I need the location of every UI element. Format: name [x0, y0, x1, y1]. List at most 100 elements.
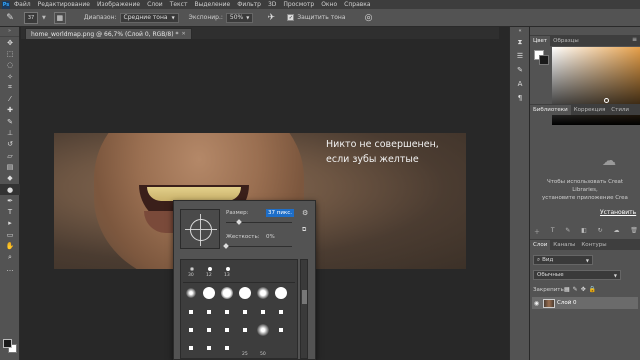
pen-tool-icon[interactable]: ✒ [0, 195, 20, 206]
quick-select-tool-icon[interactable]: ✧ [0, 71, 20, 82]
stamp-tool-icon[interactable]: ⊥ [0, 127, 20, 138]
add-content-icon[interactable]: ＋ [534, 227, 540, 237]
menu-filter[interactable]: Фильтр [237, 1, 261, 8]
brush-preset[interactable] [238, 286, 252, 300]
menu-edit[interactable]: Редактирование [38, 1, 90, 8]
history-panel-icon[interactable]: ⧗ [510, 35, 530, 49]
brush-icon[interactable]: ✎ [565, 227, 570, 237]
brush-preset[interactable] [202, 323, 216, 337]
menu-layers[interactable]: Слои [147, 1, 163, 8]
layer-row[interactable]: ◉ Слой 0 [532, 297, 638, 309]
tab-adjustments[interactable]: Коррекция [571, 105, 609, 115]
hardness-slider[interactable] [223, 243, 292, 249]
close-icon[interactable]: ✕ [181, 31, 185, 37]
sync-icon[interactable]: ↻ [598, 227, 603, 237]
brush-presets-scrollbar[interactable] [300, 259, 308, 359]
brush-preset[interactable] [202, 286, 216, 300]
brush-preset[interactable] [274, 305, 288, 319]
brush-preset[interactable] [220, 286, 234, 300]
brush-preset[interactable] [238, 323, 252, 337]
type-tool-icon[interactable]: T [0, 206, 20, 217]
brush-preset[interactable] [220, 305, 234, 319]
brush-preset[interactable] [256, 305, 270, 319]
crop-tool-icon[interactable]: ⌗ [0, 82, 20, 93]
blend-mode-select[interactable]: Обычные ▼ [533, 270, 621, 280]
layer-filter-select[interactable]: ⌕ Вид ▼ [533, 255, 593, 265]
lasso-tool-icon[interactable]: ◌ [0, 60, 20, 71]
tab-color[interactable]: Цвет [530, 36, 551, 46]
install-link[interactable]: Установить [600, 209, 636, 216]
brush-preset[interactable] [220, 323, 234, 337]
tab-channels[interactable]: Каналы [550, 240, 578, 250]
menu-image[interactable]: Изображение [97, 1, 140, 8]
gradient-tool-icon[interactable]: ▤ [0, 161, 20, 172]
tab-styles[interactable]: Стили [608, 105, 632, 115]
trash-icon[interactable]: 🗑 [630, 227, 638, 237]
color-icon[interactable]: ◧ [581, 227, 587, 237]
panel-grip-icon[interactable]: « [510, 27, 530, 35]
text-icon[interactable]: T [551, 227, 555, 237]
brush-preset[interactable] [274, 286, 288, 300]
range-select[interactable]: Средние тона ▼ [119, 12, 179, 23]
size-slider[interactable] [226, 219, 292, 225]
shape-tool-icon[interactable]: ▭ [0, 229, 20, 240]
menu-window[interactable]: Окно [321, 1, 337, 8]
brush-preset[interactable] [274, 323, 288, 337]
brush-preset[interactable] [202, 341, 216, 355]
brush-preset[interactable] [184, 305, 198, 319]
gear-icon[interactable]: ⚙ [302, 209, 308, 217]
hand-tool-icon[interactable]: ✋ [0, 240, 20, 251]
marquee-tool-icon[interactable]: ⬚ [0, 48, 20, 59]
size-input[interactable]: 37 пикс. [266, 209, 295, 217]
panel-menu-icon[interactable]: ≡ [632, 36, 637, 43]
exposure-field[interactable]: 50% ▼ [225, 12, 254, 23]
brush-tool-icon[interactable]: ✎ [0, 116, 20, 127]
chevron-down-icon[interactable]: ▼ [42, 15, 46, 21]
character-panel-icon[interactable]: A [510, 77, 530, 91]
brush-preset[interactable] [238, 305, 252, 319]
menu-file[interactable]: Файл [14, 1, 31, 8]
brush-panel-toggle-icon[interactable]: ▦ [53, 11, 66, 24]
tab-layers[interactable]: Слои [530, 240, 551, 250]
healing-tool-icon[interactable]: ✚ [0, 105, 20, 116]
tab-swatches[interactable]: Образцы [550, 36, 582, 46]
brush-panel-icon[interactable]: ✎ [510, 63, 530, 77]
properties-panel-icon[interactable]: ☰ [510, 49, 530, 63]
brush-preset[interactable] [184, 341, 198, 355]
brush-preset[interactable] [184, 286, 198, 300]
history-brush-icon[interactable]: ↺ [0, 139, 20, 150]
sponge-tool-icon[interactable]: ✎ [4, 12, 16, 24]
scrollbar-thumb[interactable] [302, 290, 307, 304]
move-tool-icon[interactable]: ✥ [0, 37, 20, 48]
menu-3d[interactable]: 3D [268, 1, 276, 8]
layer-name[interactable]: Слой 0 [557, 300, 577, 306]
pressure-icon[interactable]: ◎ [363, 12, 375, 24]
brush-preset[interactable] [256, 286, 270, 300]
tab-paths[interactable]: Контуры [578, 240, 609, 250]
cloud-icon[interactable]: ☁ [613, 227, 619, 237]
sponge-tool-icon[interactable]: ● [0, 183, 20, 196]
brush-preset[interactable] [256, 323, 270, 337]
new-preset-icon[interactable]: ⧉ [302, 226, 306, 234]
eye-icon[interactable]: ◉ [532, 300, 541, 307]
blur-tool-icon[interactable]: ◆ [0, 173, 20, 184]
more-tools-icon[interactable]: … [0, 263, 20, 274]
eyedropper-tool-icon[interactable]: ⁄ [0, 93, 20, 104]
lock-icons[interactable]: ▦✎✥🔒 [564, 286, 599, 293]
menu-help[interactable]: Справка [344, 1, 370, 8]
zoom-tool-icon[interactable]: ⌕ [0, 252, 20, 263]
brush-preset[interactable] [184, 323, 198, 337]
panel-grip-icon[interactable]: » [0, 27, 19, 37]
brush-preset[interactable] [202, 305, 216, 319]
paragraph-panel-icon[interactable]: ¶ [510, 91, 530, 105]
size-slider-thumb[interactable] [236, 219, 243, 225]
document-tab[interactable]: home_worldmap.png @ 66,7% (Слой 0, RGB/8… [25, 28, 192, 39]
protect-tones-checkbox[interactable]: ✓ [287, 14, 295, 21]
color-picker-marker[interactable] [604, 98, 609, 103]
airbrush-icon[interactable]: ✈ [265, 12, 277, 24]
menu-select[interactable]: Выделение [194, 1, 230, 8]
foreground-color-swatch[interactable] [3, 339, 12, 348]
menu-type[interactable]: Текст [170, 1, 188, 8]
brush-angle-preview[interactable] [180, 209, 220, 249]
brush-preset-picker-button[interactable]: 37 [24, 11, 38, 24]
